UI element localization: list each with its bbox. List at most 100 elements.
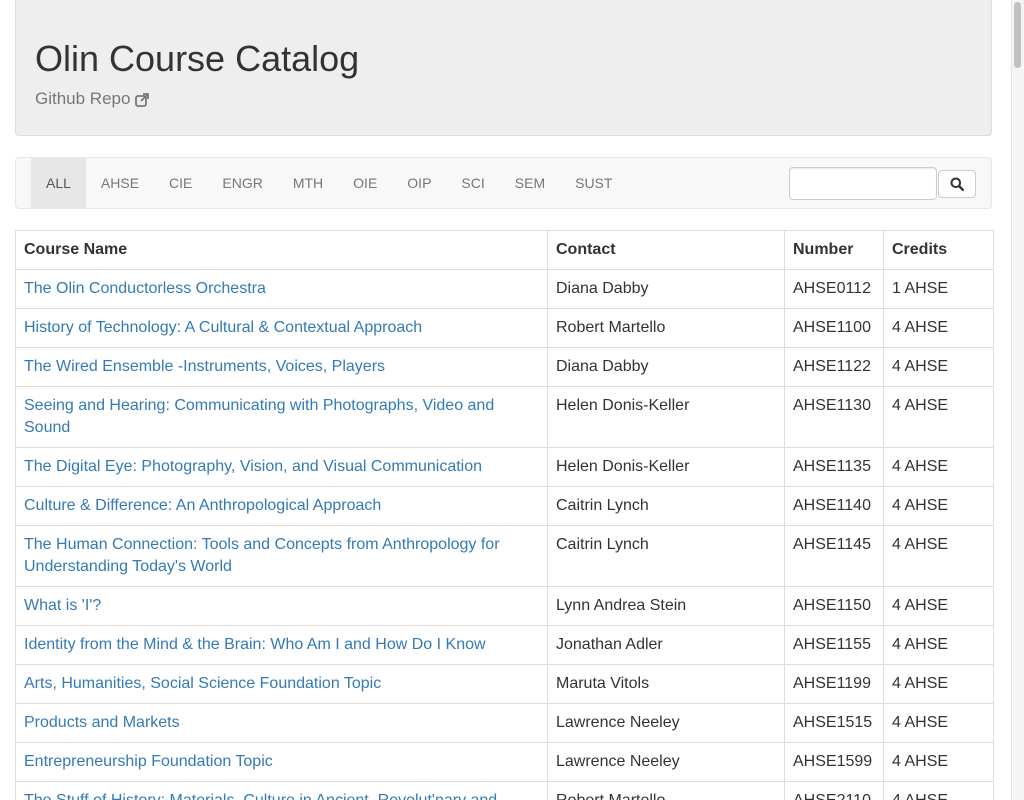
- table-row: The Wired Ensemble -Instruments, Voices,…: [15, 347, 994, 387]
- course-table: Course Name Contact Number Credits The O…: [15, 230, 994, 800]
- table-row: The Digital Eye: Photography, Vision, an…: [15, 447, 994, 487]
- course-link[interactable]: The Human Connection: Tools and Concepts…: [24, 536, 500, 575]
- credits-cell: 4 AHSE: [883, 386, 994, 448]
- course-link[interactable]: The Olin Conductorless Orchestra: [24, 280, 266, 297]
- course-number-cell: AHSE1199: [784, 664, 884, 704]
- tab-cie[interactable]: CIE: [154, 158, 207, 208]
- course-link[interactable]: Seeing and Hearing: Communicating with P…: [24, 397, 494, 436]
- course-number-cell: AHSE1599: [784, 742, 884, 782]
- credits-cell: 4 AHSE: [883, 742, 994, 782]
- tab-sem[interactable]: SEM: [500, 158, 560, 208]
- contact-cell: Robert Martello: [547, 308, 785, 348]
- table-row: Seeing and Hearing: Communicating with P…: [15, 386, 994, 448]
- table-row: The Human Connection: Tools and Concepts…: [15, 525, 994, 587]
- course-number-cell: AHSE1122: [784, 347, 884, 387]
- course-number-cell: AHSE0112: [784, 269, 884, 309]
- contact-cell: Diana Dabby: [547, 347, 785, 387]
- tab-oip[interactable]: OIP: [392, 158, 446, 208]
- credits-cell: 4 AHSE: [883, 486, 994, 526]
- column-header-number[interactable]: Number: [784, 230, 884, 270]
- course-name-cell: History of Technology: A Cultural & Cont…: [15, 308, 548, 348]
- column-header-credits[interactable]: Credits: [883, 230, 994, 270]
- credits-cell: 4 AHSE: [883, 525, 994, 587]
- course-number-cell: AHSE1135: [784, 447, 884, 487]
- course-name-cell: The Digital Eye: Photography, Vision, an…: [15, 447, 548, 487]
- credits-cell: 4 AHSE: [883, 781, 994, 800]
- page: Olin Course Catalog Github Repo ALL AHSE C…: [0, 0, 1024, 800]
- contact-cell: Diana Dabby: [547, 269, 785, 309]
- search-input[interactable]: [789, 167, 937, 200]
- table-row: Culture & Difference: An Anthropological…: [15, 486, 994, 526]
- course-name-cell: The Stuff of History: Materials, Culture…: [15, 781, 548, 800]
- course-name-cell: What is 'I'?: [15, 586, 548, 626]
- course-link[interactable]: Products and Markets: [24, 714, 180, 731]
- contact-cell: Lawrence Neeley: [547, 742, 785, 782]
- course-link[interactable]: History of Technology: A Cultural & Cont…: [24, 319, 422, 336]
- course-name-cell: Entrepreneurship Foundation Topic: [15, 742, 548, 782]
- scrollbar-thumb[interactable]: [1014, 2, 1021, 68]
- table-row: The Stuff of History: Materials, Culture…: [15, 781, 994, 800]
- search-button[interactable]: [938, 170, 976, 198]
- header-panel: Olin Course Catalog Github Repo: [15, 0, 992, 136]
- table-row: What is 'I'? Lynn Andrea Stein AHSE1150 4 A…: [15, 586, 994, 626]
- course-number-cell: AHSE1100: [784, 308, 884, 348]
- contact-cell: Maruta Vitols: [547, 664, 785, 704]
- course-link[interactable]: The Digital Eye: Photography, Vision, an…: [24, 458, 482, 475]
- table-row: Entrepreneurship Foundation Topic Lawrenc…: [15, 742, 994, 782]
- course-name-cell: Culture & Difference: An Anthropological…: [15, 486, 548, 526]
- category-navbar: ALL AHSE CIE ENGR MTH OIE OIP SCI SEM SUST: [15, 157, 992, 209]
- external-link-icon: [135, 92, 150, 107]
- course-link[interactable]: Arts, Humanities, Social Science Foundat…: [24, 675, 381, 692]
- course-number-cell: AHSE1140: [784, 486, 884, 526]
- table-row: Arts, Humanities, Social Science Foundat…: [15, 664, 994, 704]
- contact-cell: Helen Donis-Keller: [547, 447, 785, 487]
- credits-cell: 4 AHSE: [883, 447, 994, 487]
- credits-cell: 4 AHSE: [883, 703, 994, 743]
- tab-sust[interactable]: SUST: [560, 158, 627, 208]
- tab-engr[interactable]: ENGR: [207, 158, 277, 208]
- tab-ahse[interactable]: AHSE: [86, 158, 154, 208]
- course-name-cell: The Human Connection: Tools and Concepts…: [15, 525, 548, 587]
- course-link[interactable]: Identity from the Mind & the Brain: Who …: [24, 636, 486, 653]
- tab-oie[interactable]: OIE: [338, 158, 392, 208]
- column-header-course-name[interactable]: Course Name: [15, 230, 548, 270]
- github-repo-label: Github Repo: [35, 89, 131, 108]
- table-row: History of Technology: A Cultural & Cont…: [15, 308, 994, 348]
- course-link[interactable]: Culture & Difference: An Anthropological…: [24, 497, 381, 514]
- contact-cell: Jonathan Adler: [547, 625, 785, 665]
- course-name-cell: Products and Markets: [15, 703, 548, 743]
- category-tabs: ALL AHSE CIE ENGR MTH OIE OIP SCI SEM SUST: [31, 158, 627, 208]
- course-name-cell: Seeing and Hearing: Communicating with P…: [15, 386, 548, 448]
- column-header-contact[interactable]: Contact: [547, 230, 785, 270]
- tab-sci[interactable]: SCI: [446, 158, 499, 208]
- course-link[interactable]: What is 'I'?: [24, 597, 101, 614]
- github-repo-link[interactable]: Github Repo: [35, 89, 150, 109]
- tab-mth[interactable]: MTH: [278, 158, 338, 208]
- course-name-cell: The Wired Ensemble -Instruments, Voices,…: [15, 347, 548, 387]
- vertical-scrollbar[interactable]: [1011, 0, 1024, 800]
- course-link[interactable]: The Wired Ensemble -Instruments, Voices,…: [24, 358, 385, 375]
- course-link[interactable]: Entrepreneurship Foundation Topic: [24, 753, 273, 770]
- contact-cell: Lynn Andrea Stein: [547, 586, 785, 626]
- credits-cell: 4 AHSE: [883, 586, 994, 626]
- contact-cell: Lawrence Neeley: [547, 703, 785, 743]
- course-link[interactable]: The Stuff of History: Materials, Culture…: [24, 792, 497, 800]
- credits-cell: 1 AHSE: [883, 269, 994, 309]
- credits-cell: 4 AHSE: [883, 664, 994, 704]
- table-row: Products and Markets Lawrence Neeley AHSE1…: [15, 703, 994, 743]
- page-title: Olin Course Catalog: [35, 38, 360, 79]
- course-name-cell: Arts, Humanities, Social Science Foundat…: [15, 664, 548, 704]
- course-number-cell: AHSE1130: [784, 386, 884, 448]
- contact-cell: Caitrin Lynch: [547, 486, 785, 526]
- course-number-cell: AHSE1145: [784, 525, 884, 587]
- credits-cell: 4 AHSE: [883, 347, 994, 387]
- course-number-cell: AHSE1155: [784, 625, 884, 665]
- course-number-cell: AHSE2110: [784, 781, 884, 800]
- credits-cell: 4 AHSE: [883, 308, 994, 348]
- contact-cell: Caitrin Lynch: [547, 525, 785, 587]
- tab-all[interactable]: ALL: [31, 158, 86, 208]
- contact-cell: Robert Martello: [547, 781, 785, 800]
- table-row: The Olin Conductorless Orchestra Diana Da…: [15, 269, 994, 309]
- course-name-cell: Identity from the Mind & the Brain: Who …: [15, 625, 548, 665]
- credits-cell: 4 AHSE: [883, 625, 994, 665]
